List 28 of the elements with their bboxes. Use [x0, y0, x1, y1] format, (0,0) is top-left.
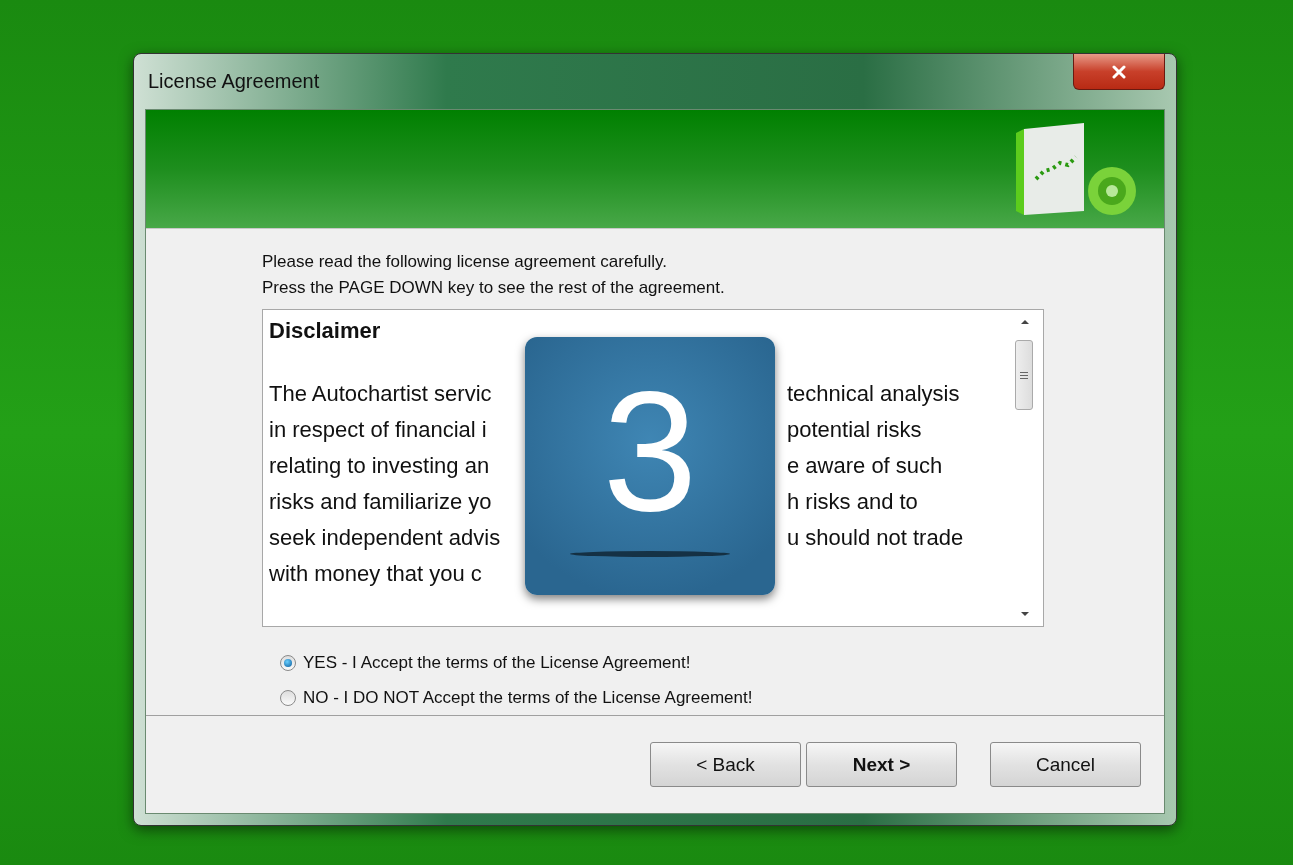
agreement-text: potential risks: [787, 416, 923, 444]
cancel-button[interactable]: Cancel: [990, 742, 1141, 787]
agreement-text: technical analysis: [787, 380, 961, 408]
agreement-text: relating to investing an: [269, 452, 491, 480]
close-icon: [1111, 64, 1127, 79]
window-title: License Agreement: [148, 70, 320, 93]
agreement-text: u should not trade: [787, 524, 965, 552]
agreement-text: The Autochartist servic: [269, 380, 493, 408]
agreement-heading: Disclaimer: [269, 317, 382, 345]
agreement-text: e aware of such: [787, 452, 944, 480]
back-button[interactable]: < Back: [650, 742, 801, 787]
radio-button[interactable]: [280, 689, 296, 706]
instruction-text: Press the PAGE DOWN key to see the rest of the agreement.: [262, 277, 726, 299]
instruction-text: Please read the following license agreement carefully.: [262, 251, 669, 273]
radio-button[interactable]: [280, 654, 296, 671]
agreement-text: in respect of financial i: [269, 416, 488, 444]
step-number-badge: 3: [525, 337, 775, 595]
scroll-down-icon[interactable]: [1020, 610, 1030, 618]
next-button[interactable]: Next >: [806, 742, 957, 787]
agreement-text: seek independent advis: [269, 524, 502, 552]
scrollbar-thumb[interactable]: [1015, 340, 1033, 410]
radio-option[interactable]: YES - I Accept the terms of the License Agreement!: [280, 645, 1164, 680]
radio-option[interactable]: NO - I DO NOT Accept the terms of the License Agreement!: [280, 680, 1164, 715]
scroll-up-icon[interactable]: [1020, 318, 1030, 326]
close-button[interactable]: [1073, 54, 1165, 90]
agreement-text: h risks and to: [787, 488, 919, 516]
agreement-text: with money that you c: [269, 560, 483, 588]
agreement-text: risks and familiarize yo: [269, 488, 493, 516]
